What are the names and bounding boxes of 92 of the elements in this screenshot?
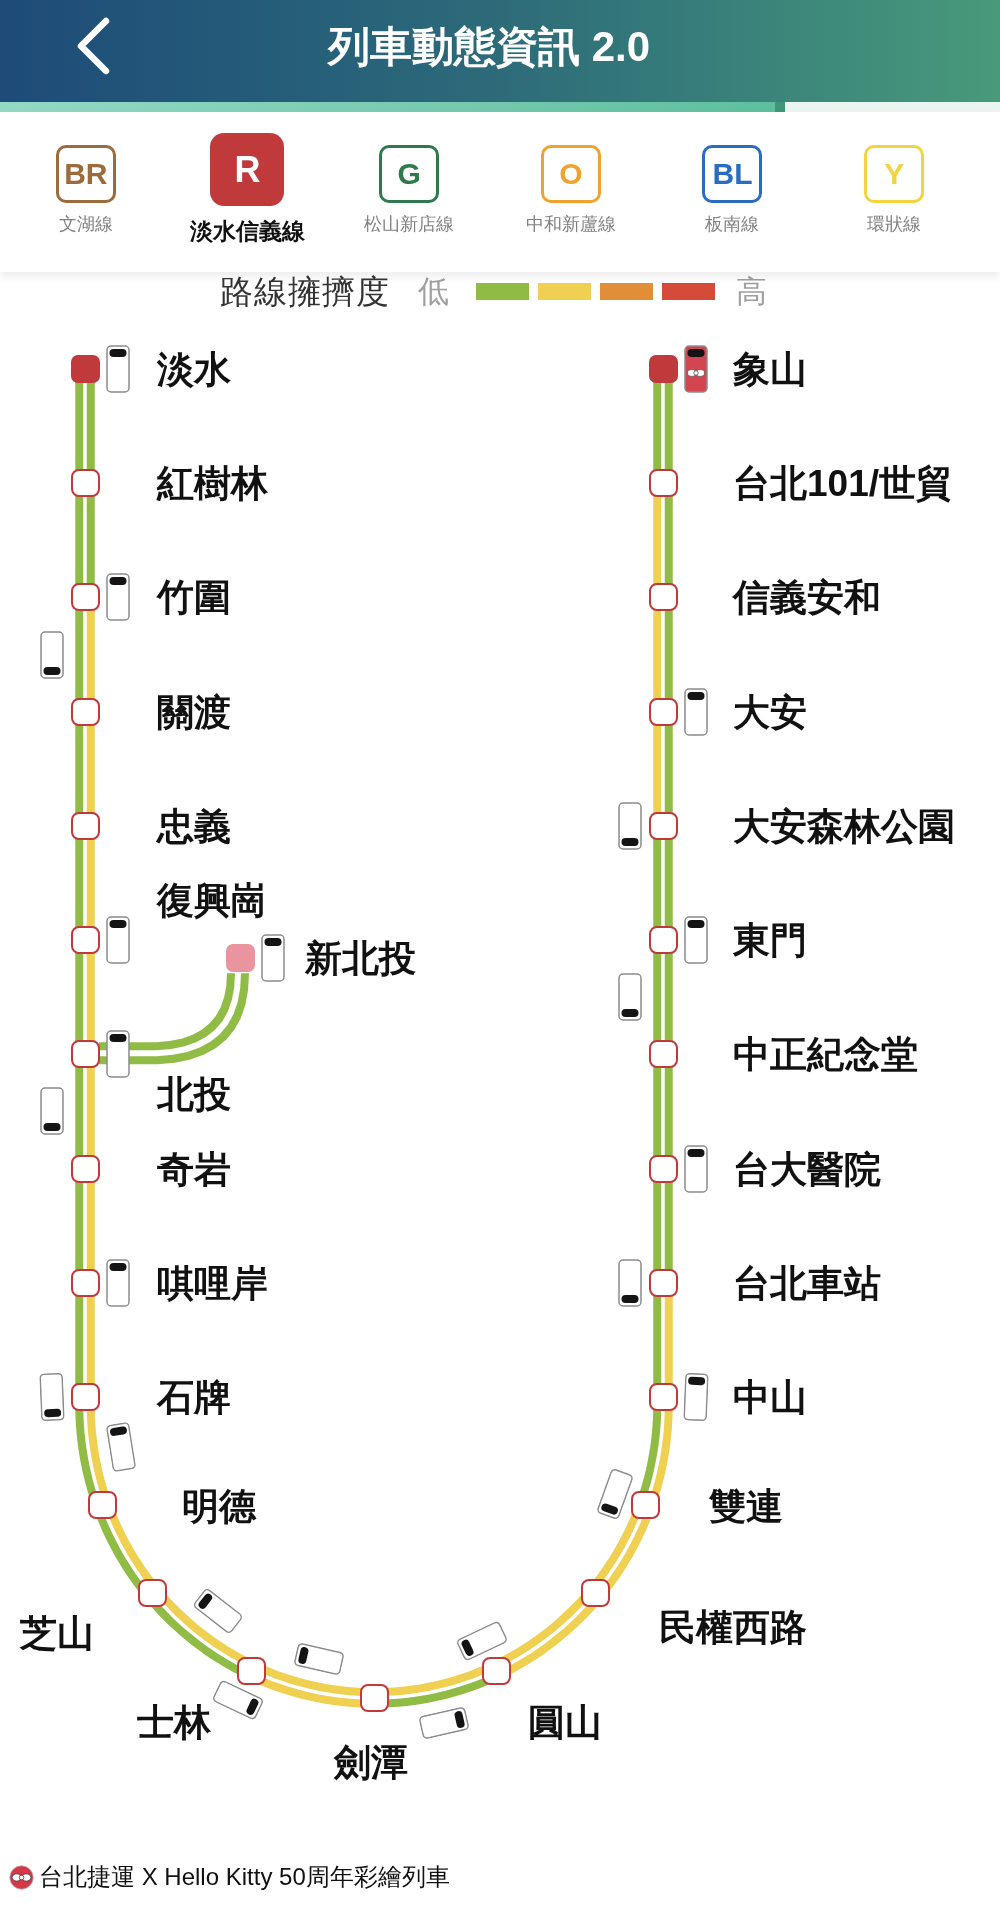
high-label: 高: [736, 275, 767, 307]
line-code-badge: BR: [55, 145, 116, 203]
line-tab[interactable]: O 中和新蘆線: [490, 133, 652, 236]
station-marker: [648, 1383, 678, 1411]
station-marker: [70, 926, 100, 955]
bow-badge-icon: [9, 1864, 34, 1890]
station-marker: [70, 1383, 100, 1411]
station-marker: [70, 1154, 100, 1183]
station-name: 東門: [733, 921, 807, 959]
line-code-badge: G: [379, 145, 440, 203]
station-marker: [580, 1579, 610, 1608]
terminal-station-marker: [70, 355, 100, 383]
station-name: 劍潭: [333, 1743, 408, 1781]
train-icon: [684, 1144, 708, 1193]
station-name: 圓山: [527, 1703, 602, 1741]
station-name: 信義安和: [733, 578, 881, 616]
line-tab[interactable]: Y 環狀線: [813, 133, 975, 236]
train-icon: [39, 1372, 65, 1422]
train-icon: [40, 630, 64, 679]
train-icon: [684, 916, 708, 965]
station-marker: [70, 1268, 100, 1297]
train-icon: [618, 973, 642, 1022]
train-icon: [106, 345, 130, 393]
station-name: 竹圍: [157, 578, 231, 616]
train-icon: [106, 1030, 130, 1079]
line-code-badge: R: [210, 133, 285, 206]
line-tab[interactable]: BL 板南線: [651, 133, 814, 236]
train-icon: [40, 1087, 64, 1136]
station-name: 唭哩岸: [157, 1264, 268, 1302]
station-name: 大安: [733, 693, 807, 731]
low-label: 低: [418, 275, 449, 307]
station-marker: [648, 697, 678, 726]
station-marker: [648, 1040, 678, 1069]
station-marker: [648, 583, 678, 612]
station-name: 關渡: [157, 693, 231, 731]
station-marker: [87, 1491, 117, 1520]
line-tab[interactable]: R 淡水信義線: [166, 133, 329, 246]
station-marker: [631, 1491, 661, 1520]
station-marker: [359, 1684, 389, 1712]
crowding-legend-title: 路線擁擠度: [220, 274, 390, 308]
back-icon: [75, 17, 111, 75]
station-name: 民權西路: [659, 1608, 807, 1646]
train-icon: [683, 1372, 709, 1422]
line-tab[interactable]: BR 文湖線: [5, 133, 167, 236]
bow-train-icon: [684, 345, 708, 393]
station-name: 石牌: [157, 1378, 231, 1416]
station-name: 奇岩: [157, 1150, 231, 1188]
station-marker: [648, 469, 678, 498]
station-name: 台大醫院: [733, 1150, 881, 1188]
station-name: 士林: [137, 1703, 212, 1741]
station-name: 大安森林公園: [733, 807, 955, 845]
station-marker: [138, 1579, 168, 1608]
line-code-badge: BL: [702, 145, 763, 203]
train-icon: [106, 1258, 130, 1307]
line-code-badge: O: [540, 145, 601, 203]
train-icon: [261, 934, 285, 983]
station-name: 新北投: [305, 939, 416, 977]
station-name: 淡水: [157, 350, 231, 388]
train-icon: [106, 916, 130, 965]
station-name: 台北車站: [733, 1264, 881, 1302]
station-name: 芝山: [19, 1614, 94, 1652]
station-name: 台北101/世貿: [733, 464, 953, 502]
station-marker: [70, 469, 100, 498]
line-tab[interactable]: G 松山新店線: [328, 133, 490, 236]
station-name: 北投: [157, 1075, 231, 1113]
train-icon: [618, 1258, 642, 1307]
station-name: 明德: [182, 1487, 256, 1525]
station-marker: [237, 1656, 267, 1685]
station-marker: [70, 583, 100, 612]
page-title: 列車動態資訊 2.0: [326, 26, 652, 68]
station-marker: [70, 1040, 100, 1069]
station-name: 雙連: [709, 1487, 784, 1525]
station-marker: [648, 926, 678, 955]
station-marker: [648, 1154, 678, 1183]
train-icon: [106, 573, 130, 622]
terminal-station-marker: [648, 355, 678, 383]
station-name: 復興崗: [157, 881, 268, 919]
train-icon: [618, 801, 642, 850]
station-name: 中正紀念堂: [733, 1035, 918, 1073]
station-name: 中山: [733, 1378, 807, 1416]
line-code-badge: Y: [864, 145, 925, 203]
station-marker: [70, 697, 100, 726]
station-marker: [648, 811, 678, 840]
special-train-note: 台北捷運 X Hello Kitty 50周年彩繪列車: [39, 1865, 450, 1889]
station-marker: [70, 811, 100, 840]
station-marker: [648, 1268, 678, 1297]
terminal-station-marker: [225, 944, 255, 973]
station-name: 象山: [733, 350, 807, 388]
station-name: 紅樹林: [157, 464, 268, 502]
train-icon: [684, 687, 708, 736]
station-marker: [481, 1656, 511, 1685]
station-name: 忠義: [157, 807, 231, 845]
